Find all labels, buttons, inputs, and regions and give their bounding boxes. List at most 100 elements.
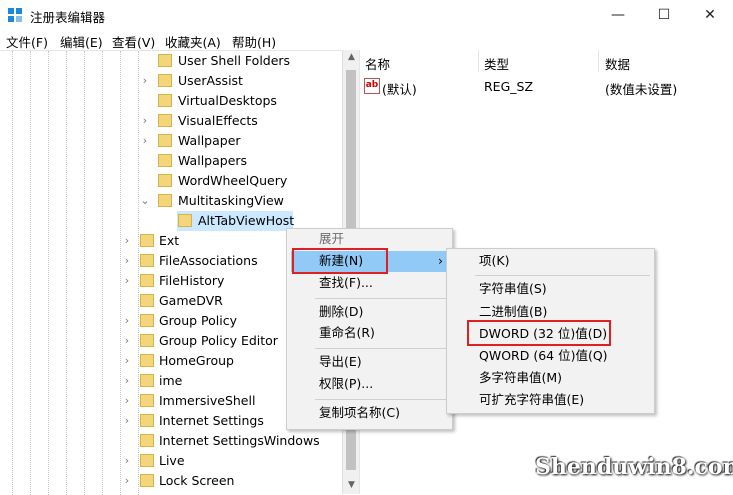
- menu-separator: [315, 298, 447, 299]
- menu-help[interactable]: 帮助(H): [232, 32, 276, 51]
- menu-item-string-value[interactable]: 字符串值(S): [479, 279, 547, 299]
- close-button[interactable]: ✕: [687, 0, 733, 30]
- menu-item-find[interactable]: 查找(F)...: [319, 273, 373, 293]
- regedit-app-icon: [8, 8, 22, 22]
- maximize-button[interactable]: ☐: [641, 0, 687, 30]
- tree-node-label: User Shell Folders: [178, 53, 291, 68]
- tree-node-virtualdesktops[interactable]: VirtualDesktops: [0, 91, 342, 111]
- annotation-box-new: [292, 248, 388, 274]
- tree-node-label: GameDVR: [159, 293, 223, 308]
- menu-separator: [315, 348, 447, 349]
- folder-icon: [158, 94, 172, 107]
- chevron-right-icon[interactable]: ›: [122, 311, 132, 331]
- tree-node-label: Internet SettingsWindows: [159, 433, 320, 448]
- folder-icon: [140, 474, 154, 487]
- string-value-icon: ab: [364, 78, 380, 94]
- menu-item-delete[interactable]: 删除(D): [319, 302, 363, 322]
- tree-node-visualeffects[interactable]: › VisualEffects: [0, 111, 342, 131]
- menu-file[interactable]: 文件(F): [6, 32, 48, 51]
- tree-node-wordwheelquery[interactable]: WordWheelQuery: [0, 171, 342, 191]
- menu-favorites[interactable]: 收藏夹(A): [165, 32, 221, 51]
- menu-edit[interactable]: 编辑(E): [60, 32, 103, 51]
- tree-node-label: VirtualDesktops: [178, 93, 277, 108]
- menu-item-qword-value[interactable]: QWORD (64 位)值(Q): [479, 346, 608, 366]
- tree-node-userassist[interactable]: › UserAssist: [0, 71, 342, 91]
- menu-item-permissions[interactable]: 权限(P)...: [319, 374, 373, 394]
- menu-item-expand[interactable]: 展开: [319, 229, 344, 249]
- menu-item-rename[interactable]: 重命名(R): [319, 323, 375, 343]
- chevron-right-icon[interactable]: ›: [122, 411, 132, 431]
- folder-icon: [158, 134, 172, 147]
- folder-icon: [140, 334, 154, 347]
- chevron-right-icon[interactable]: ›: [122, 451, 132, 471]
- tree-node-wallpapers[interactable]: Wallpapers: [0, 151, 342, 171]
- minimize-button[interactable]: —: [595, 0, 641, 30]
- tree-node-live[interactable]: › Live: [0, 451, 342, 471]
- column-header-type[interactable]: 类型: [484, 54, 509, 73]
- folder-icon: [140, 254, 154, 267]
- tree-node-label: FileAssociations: [159, 253, 258, 268]
- folder-icon: [140, 314, 154, 327]
- column-divider[interactable]: [598, 50, 599, 72]
- chevron-right-icon[interactable]: ›: [122, 231, 132, 251]
- chevron-right-icon[interactable]: ›: [140, 71, 150, 91]
- tree-node-label: Group Policy: [159, 313, 237, 328]
- folder-icon: [178, 214, 192, 227]
- tree-node-user-shell-folders[interactable]: User Shell Folders: [0, 51, 342, 71]
- tree-node-label: UserAssist: [178, 73, 243, 88]
- chevron-right-icon[interactable]: ›: [122, 371, 132, 391]
- menu-view[interactable]: 查看(V): [112, 32, 155, 51]
- menu-item-binary-value[interactable]: 二进制值(B): [479, 302, 547, 322]
- tree-node-label: ime: [159, 373, 183, 388]
- folder-icon: [140, 414, 154, 427]
- value-data: (数值未设置): [605, 82, 678, 97]
- menu-bar: 文件(F) 编辑(E) 查看(V) 收藏夹(A) 帮助(H): [0, 30, 733, 50]
- watermark-text: Shenduwin8.com: [535, 454, 733, 480]
- tree-node-label: MultitaskingView: [178, 193, 284, 208]
- menu-item-export[interactable]: 导出(E): [319, 352, 362, 372]
- value-type: REG_SZ: [484, 79, 534, 94]
- menu-separator: [315, 399, 447, 400]
- tree-node-multitaskingview[interactable]: ⌄ MultitaskingView: [0, 191, 342, 211]
- tree-node-label: Lock Screen: [159, 473, 235, 488]
- column-header-data[interactable]: 数据: [605, 54, 630, 73]
- menu-separator: [475, 275, 650, 276]
- chevron-down-icon[interactable]: ⌄: [140, 191, 150, 211]
- tree-node-label: Internet Settings: [159, 413, 264, 428]
- tree-node-lock-screen[interactable]: › Lock Screen: [0, 471, 342, 491]
- chevron-right-icon[interactable]: ›: [140, 131, 150, 151]
- tree-node-label: FileHistory: [159, 273, 225, 288]
- folder-icon: [158, 194, 172, 207]
- tree-node-wallpaper[interactable]: › Wallpaper: [0, 131, 342, 151]
- tree-node-label: Wallpapers: [178, 153, 248, 168]
- scroll-down-icon[interactable]: ▼: [343, 480, 360, 490]
- folder-icon: [140, 234, 154, 247]
- chevron-right-icon[interactable]: ›: [122, 351, 132, 371]
- menu-item-expandable-string-value[interactable]: 可扩充字符串值(E): [479, 390, 584, 410]
- tree-node-label: Live: [159, 453, 185, 468]
- tree-node-label: WordWheelQuery: [178, 173, 288, 188]
- chevron-right-icon[interactable]: ›: [140, 111, 150, 131]
- chevron-right-icon[interactable]: ›: [122, 471, 132, 491]
- tree-node-internet-settingswindows[interactable]: Internet SettingsWindows: [0, 431, 342, 451]
- folder-icon: [140, 434, 154, 447]
- folder-icon: [140, 454, 154, 467]
- value-name: (默认): [382, 82, 417, 97]
- menu-item-new-key[interactable]: 项(K): [479, 251, 509, 271]
- chevron-right-icon[interactable]: ›: [122, 391, 132, 411]
- folder-icon: [158, 54, 172, 67]
- menu-item-copy-key-name[interactable]: 复制项名称(C): [319, 403, 400, 423]
- column-header-name[interactable]: 名称: [365, 54, 390, 73]
- chevron-right-icon[interactable]: ›: [122, 331, 132, 351]
- column-divider[interactable]: [478, 50, 479, 72]
- tree-node-label: VisualEffects: [178, 113, 258, 128]
- scroll-up-icon[interactable]: ▲: [343, 52, 360, 62]
- tree-node-label: Wallpaper: [178, 133, 241, 148]
- folder-icon: [158, 74, 172, 87]
- chevron-right-icon[interactable]: ›: [122, 271, 132, 291]
- chevron-right-icon[interactable]: ›: [122, 251, 132, 271]
- folder-icon: [158, 154, 172, 167]
- folder-icon: [140, 374, 154, 387]
- menu-item-multi-string-value[interactable]: 多字符串值(M): [479, 368, 562, 388]
- folder-icon: [140, 294, 154, 307]
